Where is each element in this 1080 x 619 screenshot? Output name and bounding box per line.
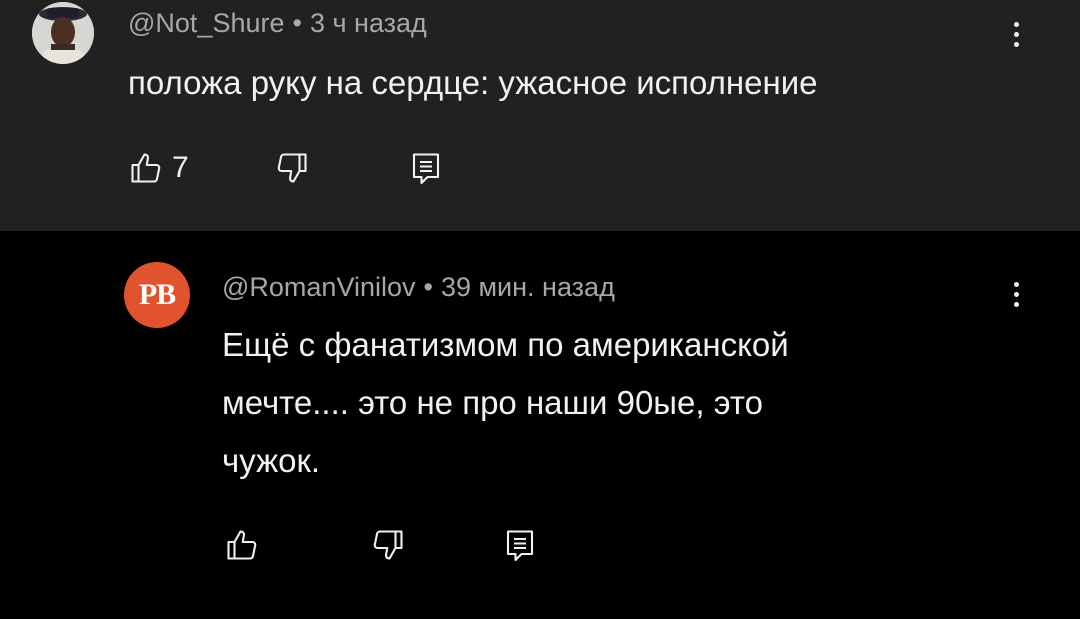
comment-text: Ещё с фанатизмом по американской мечте..…: [222, 316, 942, 490]
avatar-initials: PB: [138, 278, 176, 311]
reply-icon: [412, 153, 440, 185]
kebab-dot: [1013, 21, 1019, 27]
comment-meta: @Not_Shure • 3 ч назад: [128, 8, 427, 39]
like-button[interactable]: 7: [128, 150, 189, 186]
kebab-dot: [1013, 281, 1019, 287]
comment-text-line: чужок.: [222, 442, 321, 479]
thumbs-down-icon: [373, 530, 403, 560]
more-vert-icon[interactable]: [1004, 14, 1028, 54]
author-name[interactable]: @Not_Shure: [128, 8, 285, 38]
kebab-dot: [1013, 31, 1019, 37]
like-button[interactable]: [224, 527, 260, 563]
kebab-dot: [1013, 301, 1019, 307]
comment-text-line: Ещё с фанатизмом по американской: [222, 326, 789, 363]
author-name[interactable]: @RomanVinilov: [222, 272, 416, 302]
separator: •: [292, 8, 302, 38]
timestamp: 39 мин. назад: [440, 272, 615, 302]
kebab-dot: [1013, 41, 1019, 47]
separator: •: [423, 272, 433, 302]
dislike-button[interactable]: [370, 527, 406, 563]
kebab-dot: [1013, 291, 1019, 297]
user-photo-icon: [32, 2, 94, 64]
reply-button[interactable]: [408, 150, 444, 186]
thumbs-up-icon: [131, 153, 161, 183]
thumbs-up-icon: [227, 530, 257, 560]
dislike-button[interactable]: [274, 150, 310, 186]
comment-text: положа руку на сердце: ужасное исполнени…: [128, 54, 1028, 112]
like-count: 7: [172, 151, 189, 184]
comment-text-line: положа руку на сердце: ужасное исполнени…: [128, 64, 818, 101]
avatar[interactable]: [32, 2, 94, 64]
thumbs-down-icon: [277, 153, 307, 183]
timestamp: 3 ч назад: [309, 8, 427, 38]
more-vert-icon[interactable]: [1004, 274, 1028, 314]
comment-meta: @RomanVinilov • 39 мин. назад: [222, 272, 615, 303]
comment-not-shure: @Not_Shure • 3 ч назад положа руку на серд…: [0, 0, 1080, 231]
comment-text-line: мечте.... это не про наши 90ые, это: [222, 384, 763, 421]
reply-button[interactable]: [502, 527, 538, 563]
comment-roman-vinilov: PB @RomanVinilov • 39 мин. назад Ещё с фан…: [0, 231, 1080, 619]
comments-screen: @Not_Shure • 3 ч назад положа руку на серд…: [0, 0, 1080, 619]
avatar[interactable]: PB: [124, 262, 190, 328]
reply-icon: [506, 530, 534, 562]
